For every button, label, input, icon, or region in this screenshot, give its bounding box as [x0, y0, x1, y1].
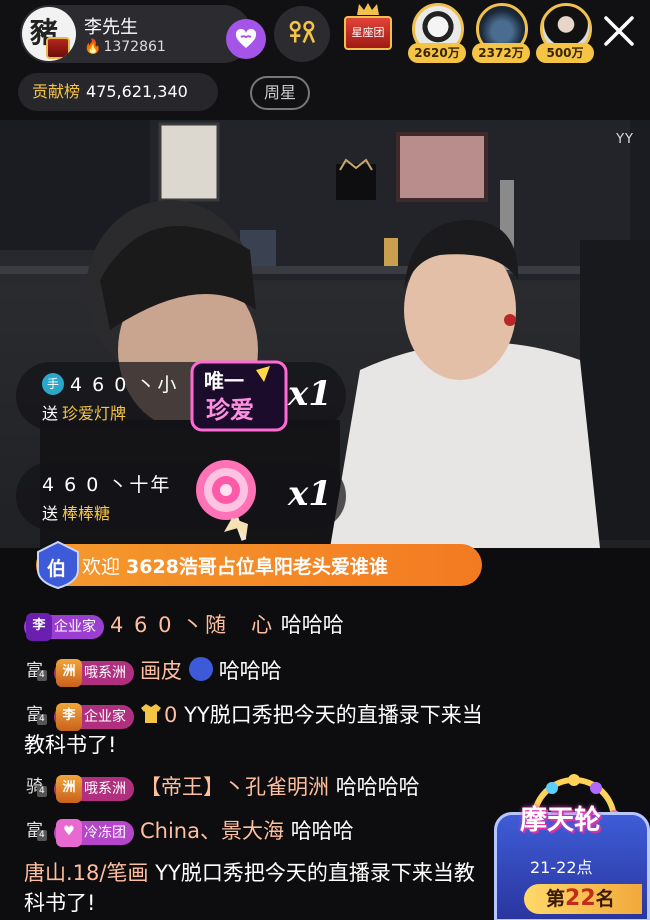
- chat-message: 富 4 ♥ 冷冻团 China、景大海 哈哈哈: [24, 814, 494, 847]
- fan-club-badge[interactable]: 洲哦系洲: [54, 659, 134, 687]
- chat-message: 骑 4 洲哦系洲 【帝王】丶孔雀明洲 哈哈哈哈: [24, 770, 494, 803]
- wealth-rank-badge: 富4: [26, 661, 47, 681]
- gift-banner: 4 6 0 丶十年 送棒棒糖 x1: [16, 460, 346, 541]
- fan-club-icon: 李: [56, 703, 82, 731]
- chat-text: 哈哈哈哈: [335, 775, 420, 799]
- contribution-label: 贡献榜: [32, 82, 81, 101]
- level-badge: 手: [42, 373, 64, 395]
- top-bar: 豬 李先生 🔥 1372861 星座团 2620万 2372万 500万 贡献榜…: [0, 0, 650, 120]
- host-fans-count: 🔥 1372861: [84, 39, 166, 55]
- follow-button[interactable]: [226, 19, 266, 59]
- gift-count: x1: [288, 374, 332, 414]
- close-icon[interactable]: [598, 10, 640, 52]
- chat-text: 哈哈哈: [290, 819, 354, 843]
- host-avatar[interactable]: 豬: [22, 7, 76, 61]
- noble-shield-label: 伯: [47, 558, 67, 580]
- crown-icon: [357, 3, 379, 15]
- chat-message: 唐山.18/笔画 YY脱口秀把今天的直播录下来当教科书了!: [24, 858, 494, 918]
- chat-text: 哈哈哈: [218, 659, 282, 683]
- ferris-wheel-event-widget[interactable]: 摩天轮 21-22点 第22名: [494, 772, 650, 920]
- fan-club-badge[interactable]: 李企业家: [24, 613, 104, 641]
- welcome-banner: 伯 欢迎 3628浩哥占位阜阳老头爱谁谁: [36, 540, 482, 590]
- lollipop-gift-icon: [196, 460, 256, 541]
- top-viewer-3[interactable]: 500万: [536, 3, 596, 65]
- chat-jersey-number: 0: [164, 703, 178, 727]
- fan-club-badge[interactable]: 洲哦系洲: [54, 775, 134, 803]
- host-info-pill[interactable]: 豬 李先生 🔥 1372861: [20, 5, 266, 63]
- fan-club-icon: 洲: [56, 659, 82, 687]
- viewer-amount: 2620万: [408, 43, 466, 63]
- welcome-text: 欢迎 3628浩哥占位阜阳老头爱谁谁: [82, 556, 388, 578]
- chat-message: 富 4 洲哦系洲 画皮 哈哈哈: [24, 654, 494, 687]
- host-name: 李先生: [84, 17, 138, 38]
- yy-watermark: YY: [616, 132, 634, 147]
- heart-icon: [235, 28, 257, 48]
- medal-icon: [188, 657, 213, 681]
- ferris-time: 21-22点: [530, 858, 593, 877]
- wealth-rank-badge: 富4: [26, 821, 47, 841]
- ferris-rank: 第22名: [524, 884, 642, 914]
- chat-username[interactable]: China、景大海: [140, 819, 284, 843]
- chat-username[interactable]: 画皮: [140, 659, 182, 683]
- contribution-value: 475,621,340: [86, 82, 188, 101]
- host-medal-icon: [46, 37, 70, 59]
- gift-action: 送棒棒糖: [42, 504, 111, 523]
- fan-club-badge[interactable]: ♥ 冷冻团: [54, 819, 134, 847]
- fan-club-icon: 李: [26, 613, 52, 641]
- top-viewer-2[interactable]: 2372万: [472, 3, 532, 65]
- gift-sender: 4 6 0 丶十年: [42, 474, 172, 496]
- viewer-amount: 500万: [536, 43, 594, 63]
- fan-club-heart-icon: ♥: [56, 819, 82, 847]
- knight-rank-badge: 骑4: [26, 777, 47, 797]
- jersey-icon: [141, 704, 161, 723]
- constellation-label: 星座团: [344, 16, 392, 50]
- chat-text: 哈哈哈: [280, 613, 344, 637]
- week-star-button[interactable]: 周星: [250, 76, 310, 110]
- contribution-board-button[interactable]: 贡献榜 475,621,340: [18, 73, 218, 111]
- wealth-rank-badge: 富4: [26, 705, 47, 725]
- love-lamp-gift-icon: 唯一 珍爱: [190, 360, 288, 432]
- ferris-title: 摩天轮: [520, 805, 601, 836]
- gift-sender: 手4 6 0 丶小: [42, 370, 178, 397]
- chat-message: 李企业家 4 6 0 丶随 心 哈哈哈: [24, 610, 494, 641]
- gift-action: 送珍爱灯牌: [42, 404, 127, 423]
- fan-club-badge[interactable]: 李企业家: [54, 703, 134, 731]
- link-mic-button[interactable]: [274, 6, 330, 62]
- gift-count: x1: [288, 474, 332, 514]
- fan-club-icon: 洲: [56, 775, 82, 803]
- chat-username[interactable]: 4 6 0 丶随 心: [110, 613, 274, 637]
- pk-users-icon: [289, 20, 316, 44]
- flame-icon: 🔥: [84, 39, 102, 55]
- viewer-amount: 2372万: [472, 43, 530, 63]
- chat-username[interactable]: 【帝王】丶孔雀明洲: [140, 775, 329, 799]
- svg-text:唯一: 唯一: [204, 369, 244, 393]
- gift-banner: 手4 6 0 丶小 送珍爱灯牌 唯一 珍爱 x1: [16, 360, 346, 432]
- top-viewer-1[interactable]: 2620万: [408, 3, 468, 65]
- constellation-group-badge[interactable]: 星座团: [342, 2, 394, 62]
- svg-text:珍爱: 珍爱: [206, 396, 254, 424]
- chat-username[interactable]: 唐山.18/笔画: [24, 861, 148, 885]
- chat-message: 富 4 李企业家 0 YY脱口秀把今天的直播录下来当教科书了!: [24, 698, 494, 760]
